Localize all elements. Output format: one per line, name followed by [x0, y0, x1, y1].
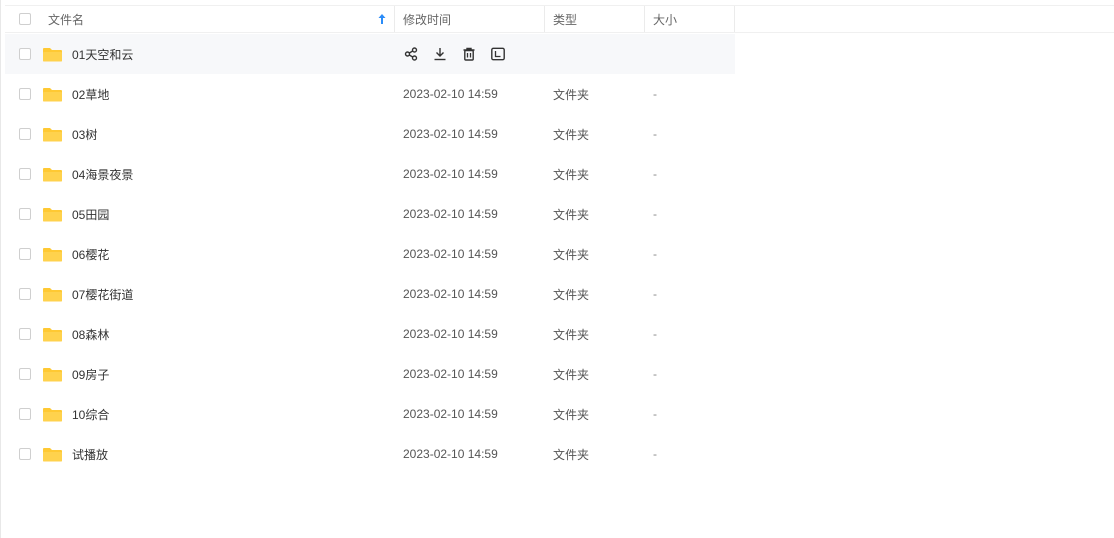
file-name[interactable]: 试播放 [72, 446, 108, 463]
table-row[interactable]: 01天空和云 [5, 34, 735, 74]
file-size: - [653, 407, 657, 421]
file-name[interactable]: 08森林 [72, 326, 109, 343]
header-modified-label[interactable]: 修改时间 [403, 11, 451, 28]
row-checkbox[interactable] [19, 88, 31, 100]
row-actions [395, 46, 545, 62]
folder-icon [43, 87, 62, 101]
file-size: - [653, 447, 657, 461]
file-name[interactable]: 07樱花街道 [72, 286, 133, 303]
file-name[interactable]: 06樱花 [72, 246, 109, 263]
file-name[interactable]: 05田园 [72, 206, 109, 223]
folder-icon [43, 367, 62, 381]
row-checkbox[interactable] [19, 448, 31, 460]
row-checkbox[interactable] [19, 48, 31, 60]
folder-icon [43, 207, 62, 221]
file-name[interactable]: 04海景夜景 [72, 166, 133, 183]
file-type: 文件夹 [553, 87, 590, 102]
file-name[interactable]: 02草地 [72, 86, 109, 103]
file-type: 文件夹 [553, 327, 590, 342]
row-checkbox[interactable] [19, 168, 31, 180]
file-size: - [653, 127, 657, 141]
file-size: - [653, 87, 657, 101]
row-checkbox[interactable] [19, 288, 31, 300]
header-size-label[interactable]: 大小 [653, 11, 677, 28]
table-header: 文件名 修改时间 类型 大小 [5, 5, 1114, 33]
table-row[interactable]: 09房子 2023-02-10 14:59 文件夹 - [5, 354, 735, 394]
download-icon [434, 48, 446, 61]
folder-icon [43, 407, 62, 421]
select-all-checkbox[interactable] [19, 13, 31, 25]
file-modified: 2023-02-10 14:59 [403, 247, 498, 261]
file-type: 文件夹 [553, 167, 590, 182]
file-modified: 2023-02-10 14:59 [403, 87, 498, 101]
file-name[interactable]: 01天空和云 [72, 46, 133, 63]
delete-button[interactable] [461, 46, 477, 62]
row-checkbox[interactable] [19, 408, 31, 420]
file-modified: 2023-02-10 14:59 [403, 207, 498, 221]
file-modified: 2023-02-10 14:59 [403, 287, 498, 301]
row-checkbox[interactable] [19, 368, 31, 380]
file-type: 文件夹 [553, 407, 590, 422]
file-modified: 2023-02-10 14:59 [403, 127, 498, 141]
file-type: 文件夹 [553, 247, 590, 262]
table-row[interactable]: 08森林 2023-02-10 14:59 文件夹 - [5, 314, 735, 354]
header-name-label[interactable]: 文件名 [48, 11, 84, 28]
table-row[interactable]: 07樱花街道 2023-02-10 14:59 文件夹 - [5, 274, 735, 314]
file-type: 文件夹 [553, 127, 590, 142]
folder-icon [43, 287, 62, 301]
row-checkbox[interactable] [19, 328, 31, 340]
table-row[interactable]: 06樱花 2023-02-10 14:59 文件夹 - [5, 234, 735, 274]
file-table-body: 01天空和云 02草地 2023-02-10 14:59 文件夹 - 03树 2… [5, 34, 735, 474]
folder-icon [43, 447, 62, 461]
folder-icon [43, 167, 62, 181]
folder-icon [43, 247, 62, 261]
file-modified: 2023-02-10 14:59 [403, 447, 498, 461]
file-size: - [653, 247, 657, 261]
file-size: - [653, 287, 657, 301]
row-checkbox[interactable] [19, 248, 31, 260]
file-list-page: 文件名 修改时间 类型 大小 01天空和云 02草地 2023-02-10 14… [0, 0, 1114, 538]
file-type: 文件夹 [553, 447, 590, 462]
folder-icon [43, 327, 62, 341]
header-type-column[interactable]: 类型 [545, 6, 645, 32]
table-row[interactable]: 04海景夜景 2023-02-10 14:59 文件夹 - [5, 154, 735, 194]
table-row[interactable]: 10综合 2023-02-10 14:59 文件夹 - [5, 394, 735, 434]
file-type: 文件夹 [553, 287, 590, 302]
table-row[interactable]: 02草地 2023-02-10 14:59 文件夹 - [5, 74, 735, 114]
file-type: 文件夹 [553, 207, 590, 222]
share-button[interactable] [403, 46, 419, 62]
file-size: - [653, 167, 657, 181]
file-size: - [653, 327, 657, 341]
file-size: - [653, 367, 657, 381]
header-size-column[interactable]: 大小 [645, 6, 735, 32]
header-filler [735, 6, 1114, 32]
download-button[interactable] [432, 46, 448, 62]
header-type-label[interactable]: 类型 [553, 11, 577, 28]
file-name[interactable]: 10综合 [72, 406, 109, 423]
table-row[interactable]: 03树 2023-02-10 14:59 文件夹 - [5, 114, 735, 154]
file-modified: 2023-02-10 14:59 [403, 407, 498, 421]
folder-icon [43, 47, 62, 61]
delete-icon [463, 47, 475, 61]
folder-icon [43, 127, 62, 141]
file-name[interactable]: 03树 [72, 126, 97, 143]
sort-ascending-arrow-icon[interactable] [377, 12, 387, 26]
file-type: 文件夹 [553, 367, 590, 382]
row-checkbox[interactable] [19, 208, 31, 220]
rename-button[interactable] [490, 46, 506, 62]
table-row[interactable]: 05田园 2023-02-10 14:59 文件夹 - [5, 194, 735, 234]
file-modified: 2023-02-10 14:59 [403, 327, 498, 341]
file-modified: 2023-02-10 14:59 [403, 367, 498, 381]
file-size: - [653, 207, 657, 221]
header-name-column[interactable]: 文件名 [5, 6, 395, 32]
table-row[interactable]: 试播放 2023-02-10 14:59 文件夹 - [5, 434, 735, 474]
rename-icon [491, 47, 505, 61]
row-checkbox[interactable] [19, 128, 31, 140]
file-modified: 2023-02-10 14:59 [403, 167, 498, 181]
share-icon [404, 47, 418, 61]
file-name[interactable]: 09房子 [72, 366, 109, 383]
header-modified-column[interactable]: 修改时间 [395, 6, 545, 32]
